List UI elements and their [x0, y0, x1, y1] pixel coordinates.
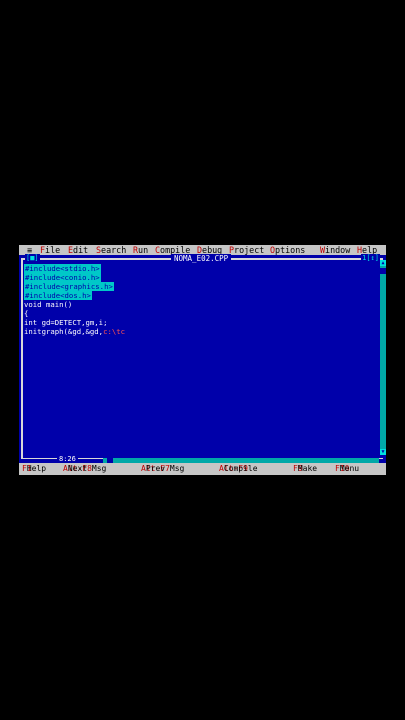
selected-code-text: #include<graphics.h> — [24, 282, 114, 291]
status-menu[interactable]: F10 Menu — [335, 463, 359, 475]
menu-file[interactable]: File — [40, 245, 60, 255]
status-next-msg[interactable]: Alt-F8 Next Msg — [63, 463, 106, 475]
status-label: Help — [26, 464, 47, 473]
menu-hotkey-letter: C — [155, 245, 161, 255]
code-line[interactable]: void main() — [24, 300, 125, 309]
menu-project[interactable]: Project — [229, 245, 264, 255]
status-prev-msg[interactable]: Alt-F7 Prev Msg — [141, 463, 184, 475]
window-frame-left — [21, 258, 23, 459]
status-label: Menu — [339, 464, 360, 473]
code-line[interactable]: #include<graphics.h> — [24, 282, 125, 291]
menu-hotkey-letter: O — [270, 245, 276, 255]
code-line[interactable]: #include<stdio.h> — [24, 264, 125, 273]
code-line[interactable]: initgraph(&gd,&gd,c:\tc — [24, 327, 125, 336]
menu-run[interactable]: Run — [133, 245, 148, 255]
close-window-icon[interactable]: [■] — [25, 254, 40, 263]
code-line[interactable]: #include<dos.h> — [24, 291, 125, 300]
menu-edit[interactable]: Edit — [68, 245, 88, 255]
code-line[interactable]: #include<conio.h> — [24, 273, 125, 282]
status-label: Make — [297, 464, 318, 473]
menu-hotkey-letter: R — [133, 245, 139, 255]
code-text: { — [24, 309, 29, 318]
menu-search[interactable]: Search — [96, 245, 126, 255]
status-label: Prev Msg — [145, 464, 185, 473]
window-number[interactable]: 1[↕] — [361, 254, 380, 263]
status-help[interactable]: F1 Help — [22, 463, 46, 475]
code-area[interactable]: #include<stdio.h> #include<conio.h> #inc… — [24, 264, 125, 336]
code-text: int gd=DETECT,gm,i; — [24, 318, 108, 327]
status-label: Next Msg — [67, 464, 107, 473]
menu-options[interactable]: Options — [270, 245, 305, 255]
window-title: NOMA_E02.CPP — [171, 254, 232, 263]
code-text: void main() — [24, 300, 73, 309]
menu-hotkey-letter: S — [96, 245, 102, 255]
cursor-position: 8:26 — [57, 455, 78, 463]
status-label: Compile — [223, 464, 258, 473]
scroll-thumb[interactable] — [380, 268, 386, 274]
menu-hotkey-letter: F — [40, 245, 46, 255]
code-line[interactable]: int gd=DETECT,gm,i; — [24, 318, 125, 327]
menu-hotkey-letter: E — [68, 245, 74, 255]
editor-window[interactable]: [■] NOMA_E02.CPP 1[↕] #include<stdio.h> … — [19, 254, 386, 463]
code-text: initgraph(&gd,&gd, — [24, 327, 104, 336]
selected-code-text: #include<stdio.h> — [24, 264, 101, 273]
selected-code-text: #include<dos.h> — [24, 291, 92, 300]
turbo-c-ide-screen: ≡ File Edit Search Run Compile Debug Pro… — [19, 245, 386, 475]
code-line[interactable]: { — [24, 309, 125, 318]
zoom-window-icon[interactable]: [↕] — [366, 254, 379, 262]
code-text-tail: c:\tc — [103, 327, 126, 336]
status-compile[interactable]: Alt-F9 Compile — [219, 463, 258, 475]
menu-window[interactable]: Window — [320, 245, 350, 255]
selected-code-text: #include<conio.h> — [24, 273, 101, 282]
status-bar: F1 Help Alt-F8 Next Msg Alt-F7 Prev Msg … — [19, 463, 386, 475]
scroll-down-arrow-icon[interactable]: ▼ — [380, 449, 386, 455]
menu-hotkey-letter: W — [320, 245, 326, 255]
vertical-scrollbar[interactable]: ▲ ▼ — [380, 260, 386, 455]
status-make[interactable]: F9 Make — [293, 463, 317, 475]
scroll-up-arrow-icon[interactable]: ▲ — [380, 260, 386, 266]
